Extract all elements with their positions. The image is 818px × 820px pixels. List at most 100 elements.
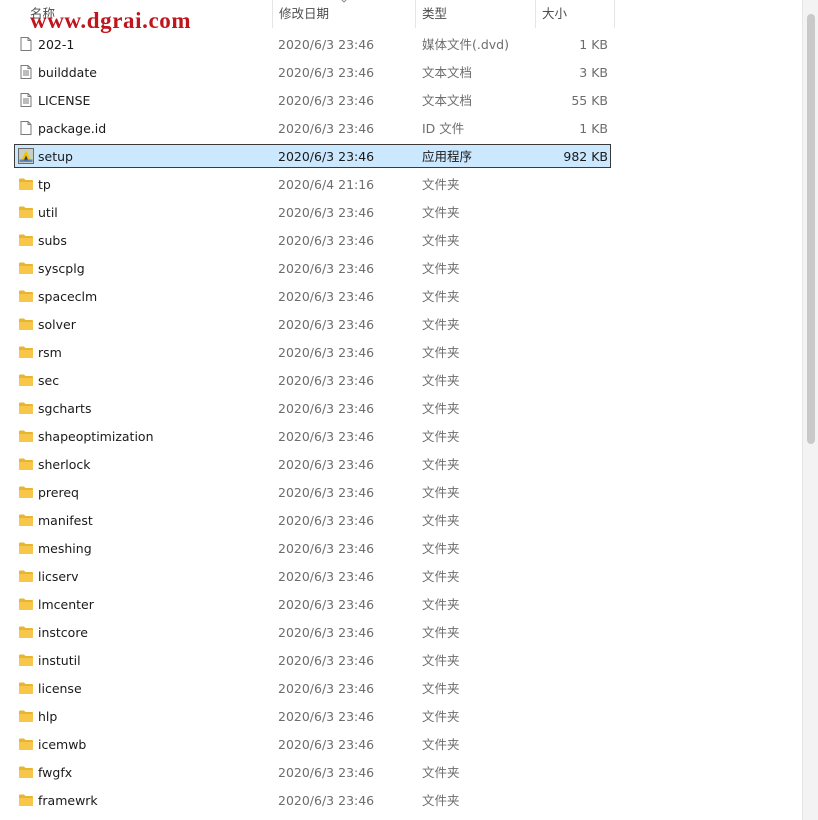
- column-header-size[interactable]: 大小: [535, 0, 615, 28]
- file-date: 2020/6/3 23:46: [278, 457, 375, 472]
- file-name: setup: [38, 149, 73, 164]
- file-name: shapeoptimization: [38, 429, 154, 444]
- file-row[interactable]: sherlock 2020/6/3 23:46 文件夹: [0, 451, 802, 479]
- file-row[interactable]: fwgfx 2020/6/3 23:46 文件夹: [0, 759, 802, 787]
- file-name: licserv: [38, 569, 79, 584]
- scrollbar-thumb[interactable]: [807, 14, 815, 444]
- file-row[interactable]: package.id 2020/6/3 23:46 ID 文件 1 KB: [0, 115, 802, 143]
- file-row[interactable]: prereq 2020/6/3 23:46 文件夹: [0, 479, 802, 507]
- file-row[interactable]: setup 2020/6/3 23:46 应用程序 982 KB: [0, 143, 802, 171]
- folder-icon: [18, 540, 34, 556]
- file-date: 2020/6/3 23:46: [278, 233, 375, 248]
- folder-icon: [18, 456, 34, 472]
- file-date: 2020/6/3 23:46: [278, 513, 375, 528]
- file-size: [540, 675, 608, 703]
- file-icon: [18, 120, 34, 136]
- folder-icon: [18, 596, 34, 612]
- file-date: 2020/6/3 23:46: [278, 289, 375, 304]
- file-size: [540, 787, 608, 815]
- file-type: 媒体文件(.dvd): [422, 37, 509, 52]
- file-row[interactable]: manifest 2020/6/3 23:46 文件夹: [0, 507, 802, 535]
- file-row[interactable]: LICENSE 2020/6/3 23:46 文本文档 55 KB: [0, 87, 802, 115]
- file-row[interactable]: instcore 2020/6/3 23:46 文件夹: [0, 619, 802, 647]
- file-row[interactable]: framewrk 2020/6/3 23:46 文件夹: [0, 787, 802, 815]
- file-type: 文件夹: [422, 233, 460, 248]
- column-header-type[interactable]: 类型: [415, 0, 535, 28]
- file-date: 2020/6/3 23:46: [278, 569, 375, 584]
- file-size: [540, 227, 608, 255]
- file-size: 1 KB: [579, 37, 608, 52]
- file-row[interactable]: hlp 2020/6/3 23:46 文件夹: [0, 703, 802, 731]
- file-name: util: [38, 205, 58, 220]
- folder-icon: [18, 204, 34, 220]
- file-row[interactable]: lmcenter 2020/6/3 23:46 文件夹: [0, 591, 802, 619]
- file-row[interactable]: rsm 2020/6/3 23:46 文件夹: [0, 339, 802, 367]
- file-type: 文件夹: [422, 429, 460, 444]
- folder-icon: [18, 568, 34, 584]
- file-size: [540, 647, 608, 675]
- file-date: 2020/6/3 23:46: [278, 793, 375, 808]
- file-row[interactable]: builddate 2020/6/3 23:46 文本文档 3 KB: [0, 59, 802, 87]
- file-type: 应用程序: [422, 149, 473, 164]
- file-size: [540, 479, 608, 507]
- folder-icon: [18, 792, 34, 808]
- file-type: 文件夹: [422, 653, 460, 668]
- file-name: 202-1: [38, 37, 75, 52]
- file-date: 2020/6/3 23:46: [278, 541, 375, 556]
- file-type: 文件夹: [422, 737, 460, 752]
- file-size: [540, 171, 608, 199]
- folder-icon: [18, 372, 34, 388]
- folder-icon: [18, 652, 34, 668]
- file-size: [540, 507, 608, 535]
- file-row[interactable]: shapeoptimization 2020/6/3 23:46 文件夹: [0, 423, 802, 451]
- file-row[interactable]: license 2020/6/3 23:46 文件夹: [0, 675, 802, 703]
- file-size: [540, 759, 608, 787]
- file-row[interactable]: meshing 2020/6/3 23:46 文件夹: [0, 535, 802, 563]
- file-row[interactable]: util 2020/6/3 23:46 文件夹: [0, 199, 802, 227]
- file-type: 文件夹: [422, 177, 460, 192]
- file-date: 2020/6/3 23:46: [278, 345, 375, 360]
- file-name: framewrk: [38, 793, 98, 808]
- file-row[interactable]: sgcharts 2020/6/3 23:46 文件夹: [0, 395, 802, 423]
- folder-icon: [18, 764, 34, 780]
- file-name: icemwb: [38, 737, 87, 752]
- vertical-scrollbar[interactable]: [802, 0, 818, 820]
- file-name: tp: [38, 177, 51, 192]
- file-row[interactable]: solver 2020/6/3 23:46 文件夹: [0, 311, 802, 339]
- folder-icon: [18, 484, 34, 500]
- file-date: 2020/6/3 23:46: [278, 317, 375, 332]
- file-size: 55 KB: [571, 93, 608, 108]
- file-row[interactable]: instutil 2020/6/3 23:46 文件夹: [0, 647, 802, 675]
- file-date: 2020/6/3 23:46: [278, 205, 375, 220]
- folder-icon: [18, 344, 34, 360]
- file-date: 2020/6/3 23:46: [278, 65, 375, 80]
- file-name: fwgfx: [38, 765, 73, 780]
- file-date: 2020/6/3 23:46: [278, 485, 375, 500]
- file-row[interactable]: subs 2020/6/3 23:46 文件夹: [0, 227, 802, 255]
- file-type: 文件夹: [422, 625, 460, 640]
- file-size: [540, 563, 608, 591]
- file-date: 2020/6/4 21:16: [278, 177, 375, 192]
- file-explorer: 名称 修改日期 类型 大小 www.dgrai.com 202-1 2020/6/…: [0, 0, 818, 820]
- file-name: package.id: [38, 121, 107, 136]
- file-row[interactable]: licserv 2020/6/3 23:46 文件夹: [0, 563, 802, 591]
- file-name: instutil: [38, 653, 81, 668]
- file-row[interactable]: spaceclm 2020/6/3 23:46 文件夹: [0, 283, 802, 311]
- file-size: [540, 255, 608, 283]
- file-type: 文件夹: [422, 261, 460, 276]
- file-name: sgcharts: [38, 401, 92, 416]
- file-row[interactable]: syscplg 2020/6/3 23:46 文件夹: [0, 255, 802, 283]
- file-size: [540, 339, 608, 367]
- file-row[interactable]: sec 2020/6/3 23:46 文件夹: [0, 367, 802, 395]
- column-header-bar: 名称 修改日期 类型 大小: [0, 0, 802, 28]
- column-header-name[interactable]: 名称: [24, 0, 272, 28]
- file-size: [540, 591, 608, 619]
- file-row[interactable]: icemwb 2020/6/3 23:46 文件夹: [0, 731, 802, 759]
- file-size: [540, 423, 608, 451]
- file-row[interactable]: tp 2020/6/4 21:16 文件夹: [0, 171, 802, 199]
- file-row[interactable]: 202-1 2020/6/3 23:46 媒体文件(.dvd) 1 KB: [0, 31, 802, 59]
- file-date: 2020/6/3 23:46: [278, 597, 375, 612]
- column-header-date[interactable]: 修改日期: [272, 0, 415, 28]
- file-name: solver: [38, 317, 76, 332]
- file-size: 3 KB: [579, 65, 608, 80]
